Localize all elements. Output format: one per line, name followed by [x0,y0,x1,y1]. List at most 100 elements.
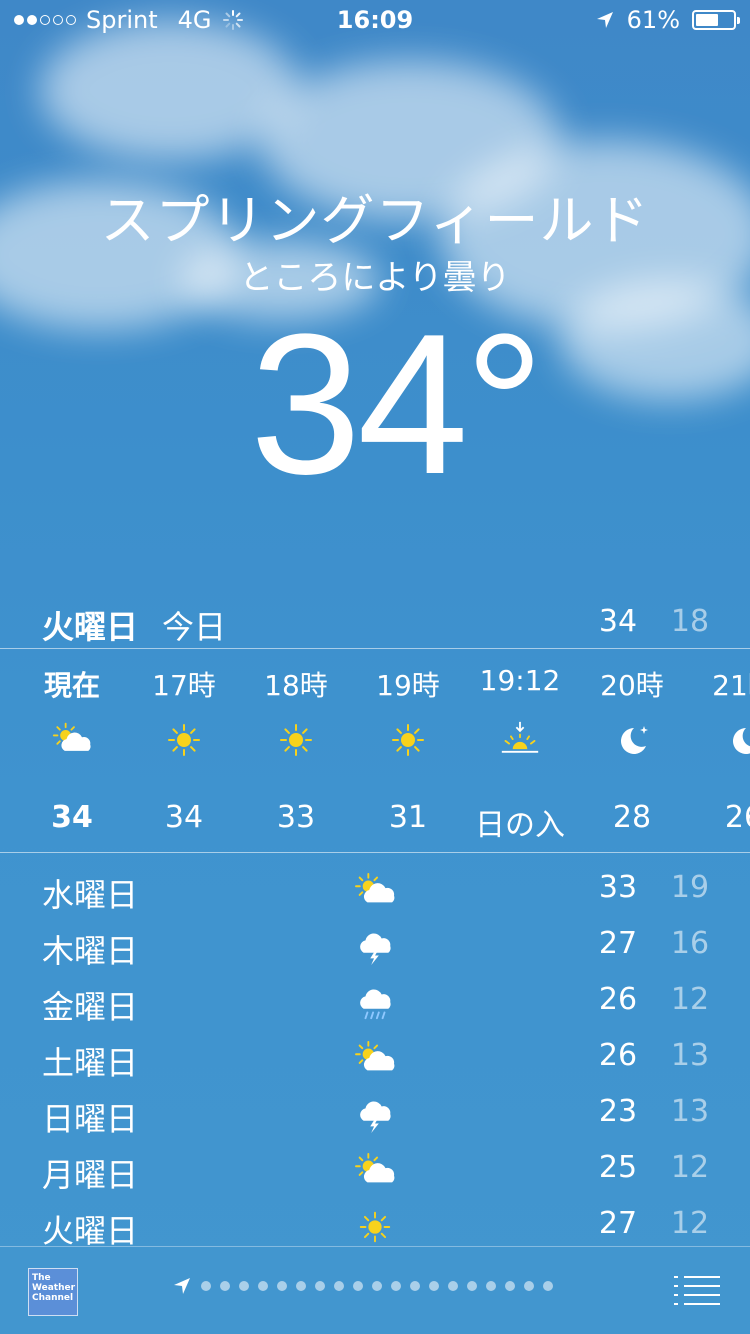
day-high: 25 [598,1150,638,1185]
daily-row: 金曜日 26 12 [0,974,750,1030]
list-menu-icon[interactable] [674,1274,720,1306]
page-dot[interactable] [334,1281,344,1291]
page-dot[interactable] [239,1281,249,1291]
thunderstorm-icon [353,1096,397,1134]
divider [0,648,750,649]
hour-value: 31 [388,800,428,835]
footer-toolbar: The Weather Channel [0,1246,750,1334]
daily-row: 木曜日 27 16 [0,918,750,974]
page-dot[interactable] [315,1281,325,1291]
hour-value: 34 [164,800,204,835]
location-arrow-icon [596,12,613,28]
partly-cloudy-icon [353,1152,397,1190]
battery-percent: 61% [626,6,680,34]
moon-icon [612,720,652,760]
hour-time: 現在 [43,669,100,702]
hour-time: 19時 [376,669,440,702]
day-high: 27 [598,1206,638,1241]
page-indicator[interactable] [172,1276,553,1296]
hourly-item: 現在 34 [16,650,128,850]
hour-time: 21時 [712,669,750,702]
current-temperature: 34° [250,293,544,516]
status-right: 61% [595,6,740,34]
day-high: 26 [598,1038,638,1073]
day-name: 月曜日 [42,1156,139,1194]
sun-icon [353,1208,397,1246]
hourly-item: 19:12 日の入 [464,650,576,850]
day-high: 26 [598,982,638,1017]
page-dot[interactable] [524,1281,534,1291]
today-day: 火曜日 [42,608,139,646]
hour-value: 日の入 [475,808,565,843]
day-low: 12 [670,1206,710,1241]
page-dot[interactable] [448,1281,458,1291]
hourly-item: 21時 26 [688,650,750,850]
day-name: 金曜日 [42,988,139,1026]
daily-row: 月曜日 25 12 [0,1142,750,1198]
page-dot[interactable] [372,1281,382,1291]
rain-icon [353,984,397,1022]
hour-value: 28 [612,800,652,835]
day-name: 日曜日 [42,1100,139,1138]
partly-cloudy-icon [353,872,397,910]
daily-row: 日曜日 23 13 [0,1086,750,1142]
hourly-item: 17時 34 [128,650,240,850]
divider [0,852,750,853]
status-bar: Sprint 4G 16:09 61% [0,0,750,40]
hourly-item: 19時 31 [352,650,464,850]
page-dot[interactable] [543,1281,553,1291]
current-condition: ところにより曇り [239,258,511,298]
hour-value: 33 [276,800,316,835]
weather-channel-logo[interactable]: The Weather Channel [28,1268,78,1316]
page-dot[interactable] [201,1281,211,1291]
hourly-item: 20時 28 [576,650,688,850]
day-name: 木曜日 [42,932,139,970]
page-dot[interactable] [296,1281,306,1291]
hourly-item: 18時 33 [240,650,352,850]
city-name: スプリングフィールド [100,189,650,252]
hour-value: 26 [724,800,750,835]
hour-time: 20時 [600,669,664,702]
day-low: 16 [670,926,710,961]
day-name: 土曜日 [42,1044,139,1082]
thunderstorm-icon [353,928,397,966]
sun-icon [388,720,428,760]
day-high: 33 [598,870,638,905]
battery-icon [692,10,740,30]
page-dot[interactable] [353,1281,363,1291]
today-label: 今日 [162,608,227,646]
page-dot[interactable] [486,1281,496,1291]
today-summary: 火曜日 今日 34 18 [0,598,750,646]
day-low: 12 [670,1150,710,1185]
page-dot[interactable] [277,1281,287,1291]
sun-icon [164,720,204,760]
page-dot[interactable] [505,1281,515,1291]
day-name: 水曜日 [42,876,139,914]
sunset-icon [500,720,540,760]
hour-time: 17時 [152,669,216,702]
today-high: 34 [598,604,638,639]
day-low: 12 [670,982,710,1017]
page-dot[interactable] [429,1281,439,1291]
sun-icon [276,720,316,760]
partly-cloudy-icon [52,720,92,760]
today-low: 18 [670,604,710,639]
page-dot[interactable] [258,1281,268,1291]
partly-cloudy-icon [353,1040,397,1078]
page-dot[interactable] [220,1281,230,1291]
current-location-icon [174,1278,190,1294]
day-low: 13 [670,1038,710,1073]
hour-time: 19:12 [479,664,561,697]
day-low: 19 [670,870,710,905]
hourly-forecast[interactable]: 現在 34 17時 34 18時 33 19時 31 19:12 日の入 20時… [0,650,750,850]
day-low: 13 [670,1094,710,1129]
daily-row: 水曜日 33 19 [0,862,750,918]
day-high: 23 [598,1094,638,1129]
hour-time: 18時 [264,669,328,702]
page-dot[interactable] [391,1281,401,1291]
page-dot[interactable] [467,1281,477,1291]
daily-row: 土曜日 26 13 [0,1030,750,1086]
page-dot[interactable] [410,1281,420,1291]
moon-icon [724,720,750,760]
day-high: 27 [598,926,638,961]
